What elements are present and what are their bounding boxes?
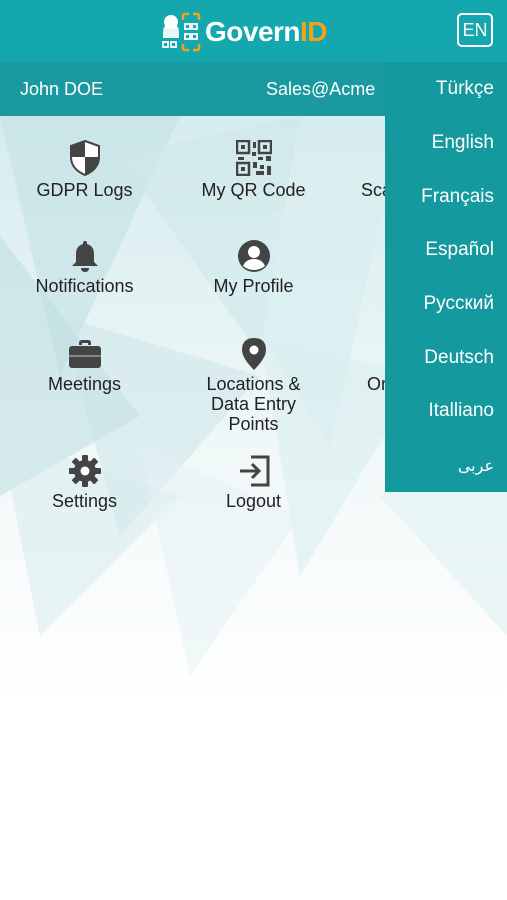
tile-label: My QR Code <box>201 180 306 200</box>
gdpr-logs-tile[interactable]: GDPR Logs <box>0 140 169 200</box>
app-logo: GovernID <box>157 12 328 52</box>
tile-label: Meetings <box>47 374 122 394</box>
my-qr-code-tile[interactable]: My QR Code <box>169 140 338 200</box>
qr-code-icon <box>235 140 272 176</box>
gear-icon <box>68 455 101 487</box>
tile-label: GDPR Logs <box>36 180 133 200</box>
briefcase-icon <box>68 340 101 368</box>
language-menu: Türkçe English Français Español Русский … <box>385 62 507 492</box>
logout-tile[interactable]: Logout <box>169 455 338 511</box>
language-option-russian[interactable]: Русский <box>424 293 495 315</box>
language-option-italliano[interactable]: Italliano <box>429 400 495 422</box>
settings-tile[interactable]: Settings <box>0 455 169 511</box>
language-option-turkce[interactable]: Türkçe <box>436 78 494 100</box>
my-profile-tile[interactable]: My Profile <box>169 240 338 296</box>
bell-icon <box>71 241 98 272</box>
app-header: GovernID EN <box>0 0 507 62</box>
logo-text: GovernID <box>205 16 328 47</box>
logo-qr-head-icon <box>162 12 201 52</box>
tile-label-line3: Points <box>228 414 279 434</box>
user-email: Sales@Acme <box>266 79 376 99</box>
language-option-espanol[interactable]: Español <box>425 239 494 261</box>
language-option-arabic[interactable]: عربى <box>458 456 494 476</box>
location-pin-icon <box>241 338 266 370</box>
language-option-francais[interactable]: Français <box>421 186 494 208</box>
tile-label: Settings <box>51 491 118 511</box>
logout-icon <box>239 455 269 487</box>
tile-label: Notifications <box>35 276 134 296</box>
tile-label: My Profile <box>213 276 294 296</box>
tile-label-line2: Data Entry <box>210 394 297 414</box>
tile-label-line1: Locations & <box>206 374 301 394</box>
tile-label: Logout <box>225 491 282 511</box>
user-name: John DOE <box>20 79 104 99</box>
notifications-tile[interactable]: Notifications <box>0 240 169 296</box>
language-button[interactable]: EN <box>457 13 493 47</box>
language-option-english[interactable]: English <box>432 132 494 154</box>
meetings-tile[interactable]: Meetings <box>0 338 169 394</box>
language-option-deutsch[interactable]: Deutsch <box>424 347 494 369</box>
user-circle-icon <box>237 240 270 272</box>
locations-tile[interactable]: Locations & Data Entry Points <box>169 338 338 434</box>
shield-icon <box>69 140 100 176</box>
